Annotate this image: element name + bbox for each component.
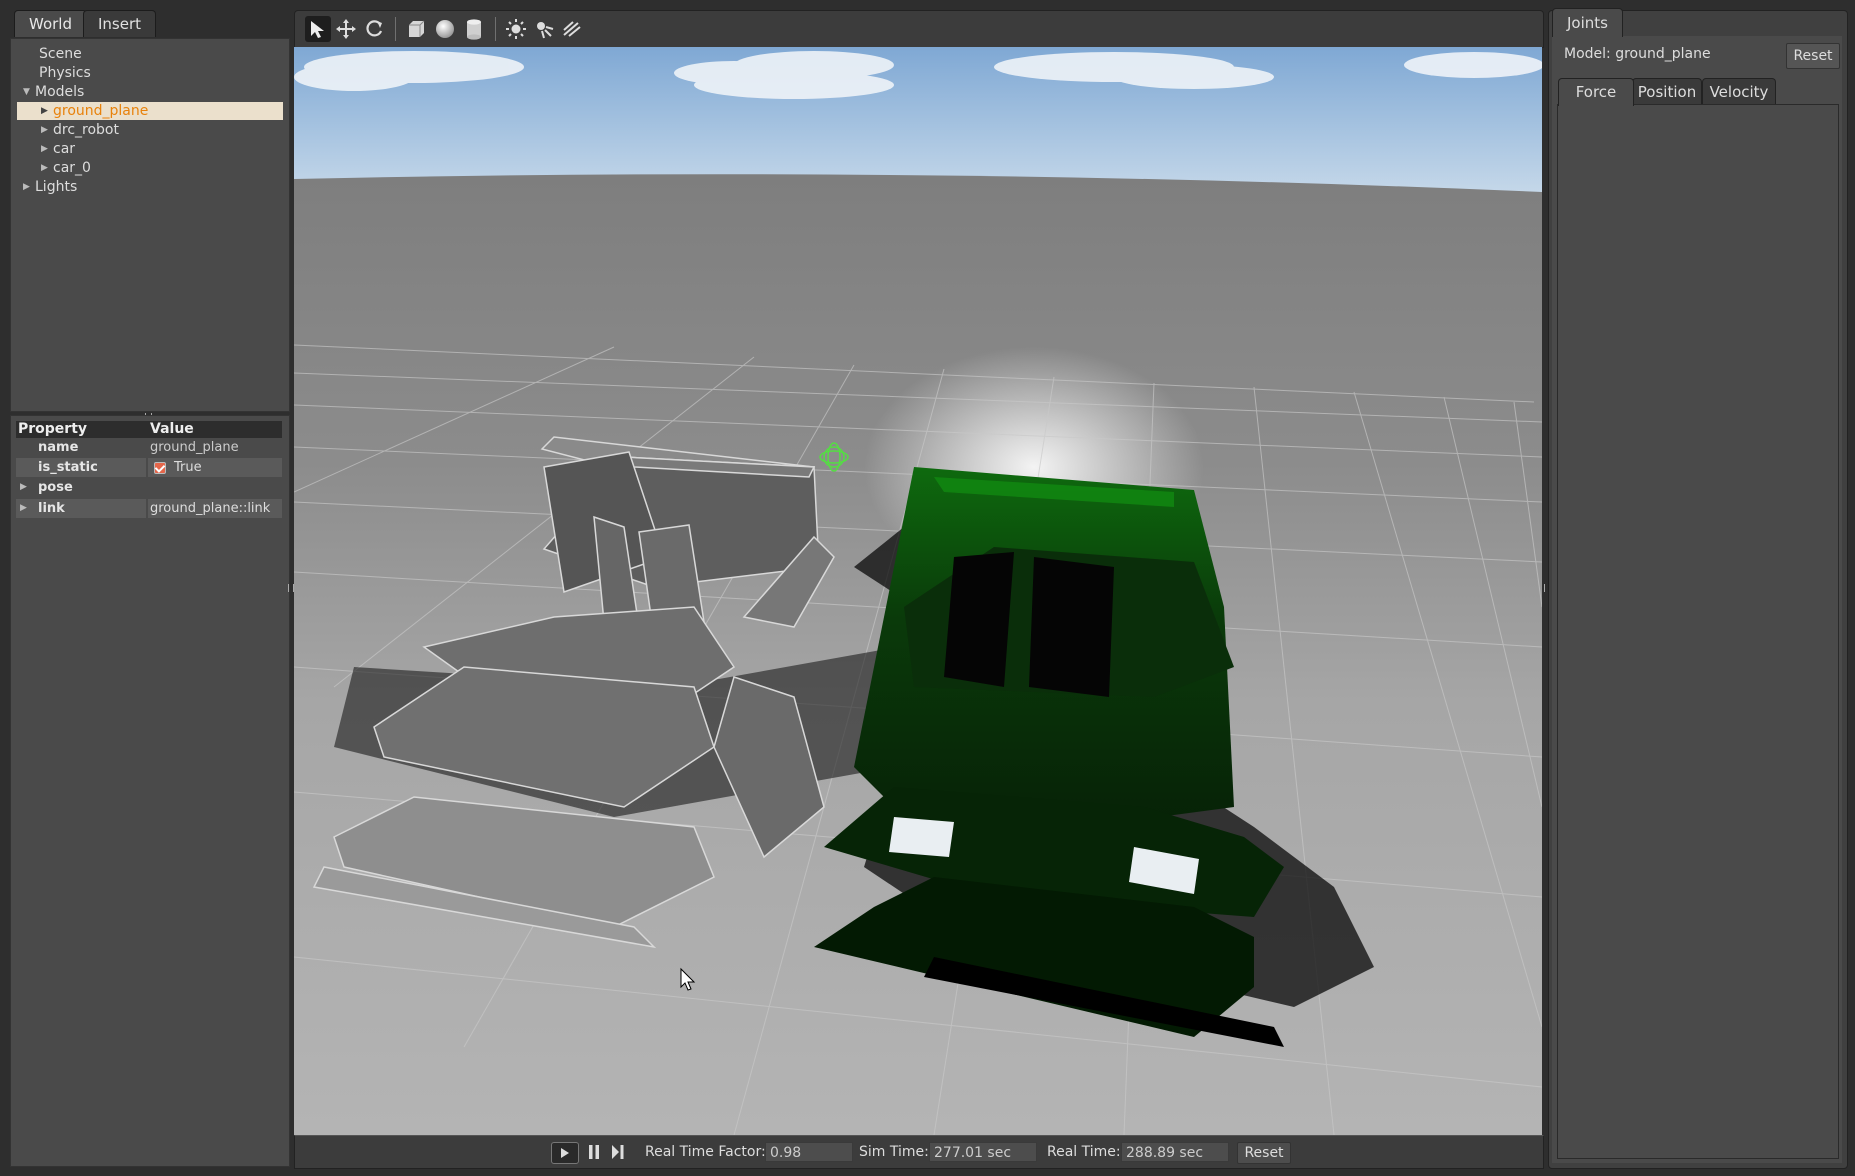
real-time-factor-label: Real Time Factor: [645, 1144, 766, 1160]
property-name-pose: ▶ pose [16, 478, 146, 497]
property-value[interactable]: ground_plane::link [148, 499, 282, 518]
spot-light-icon[interactable] [531, 16, 557, 42]
property-panel: Property Value name ground_plane is_stat… [10, 415, 290, 1167]
tree-item-car[interactable]: ▶ car [41, 140, 75, 158]
sim-time-value: 277.01 sec [929, 1142, 1037, 1162]
tree-item-drc-robot-label: drc_robot [53, 122, 119, 138]
rotate-icon[interactable] [361, 16, 387, 42]
property-name-link: ▶ link [16, 499, 146, 518]
pause-button[interactable] [584, 1142, 604, 1162]
tree-item-models-label: Models [35, 84, 85, 100]
tree-item-car-label: car [53, 141, 76, 157]
tree-item-physics[interactable]: Physics [39, 64, 91, 82]
expand-right-icon[interactable]: ▶ [41, 102, 53, 120]
play-button[interactable] [551, 1142, 579, 1164]
world-tree: Scene Physics ▼ Models ▶ ground_plane ▶ drc… [10, 38, 290, 412]
expand-right-icon[interactable]: ▶ [41, 140, 53, 158]
property-column-header[interactable]: Property [18, 421, 87, 437]
property-row-link[interactable]: ▶ link ground_plane::link [16, 499, 282, 518]
select-arrow-icon[interactable] [305, 16, 331, 42]
expand-right-icon[interactable]: ▶ [41, 159, 53, 177]
tree-item-ground-plane-label: ground_plane [53, 103, 149, 119]
tree-item-lights[interactable]: ▶ Lights [23, 178, 77, 196]
translate-icon[interactable] [333, 16, 359, 42]
toolbar-separator [395, 17, 396, 41]
tree-item-car-0-label: car_0 [53, 160, 91, 176]
tree-item-ground-plane[interactable]: ▶ ground_plane [17, 102, 283, 120]
box-icon[interactable] [403, 16, 429, 42]
property-value [148, 478, 282, 497]
checkbox-checked-icon[interactable] [154, 461, 166, 474]
toolbar [294, 10, 1544, 48]
point-light-icon[interactable] [503, 16, 529, 42]
property-value: True [174, 460, 202, 475]
property-row-pose[interactable]: ▶ pose [16, 478, 282, 497]
tree-item-drc-robot[interactable]: ▶ drc_robot [41, 121, 119, 139]
step-icon [612, 1145, 624, 1159]
directional-light-icon[interactable] [559, 16, 585, 42]
property-name: pose [38, 480, 73, 495]
property-header: Property Value [16, 421, 282, 438]
force-tab-content [1557, 104, 1839, 1159]
status-bar: Real Time Factor: 0.98 Sim Time: 277.01 … [294, 1135, 1544, 1169]
tree-item-models[interactable]: ▼ Models [23, 83, 84, 101]
sim-time-label: Sim Time: [859, 1144, 929, 1160]
property-row-is-static[interactable]: is_static True [16, 458, 282, 477]
scene-render [294, 47, 1542, 1135]
step-button[interactable] [608, 1142, 628, 1162]
tree-item-car-0[interactable]: ▶ car_0 [41, 159, 91, 177]
cylinder-icon[interactable] [461, 16, 487, 42]
tab-force[interactable]: Force [1558, 78, 1634, 106]
3d-viewport[interactable] [294, 47, 1542, 1135]
value-column-header[interactable]: Value [150, 421, 194, 437]
property-row-name[interactable]: name ground_plane [16, 438, 282, 457]
expand-down-icon[interactable]: ▼ [23, 83, 35, 101]
expand-right-icon[interactable]: ▶ [23, 178, 35, 196]
property-value[interactable]: ground_plane [148, 438, 282, 457]
property-name: name [38, 440, 79, 455]
tab-insert[interactable]: Insert [83, 10, 157, 37]
tree-item-scene[interactable]: Scene [39, 45, 82, 63]
property-name: link [38, 501, 65, 516]
tab-position[interactable]: Position [1632, 78, 1702, 105]
real-time-factor-value: 0.98 [765, 1142, 853, 1162]
tab-world[interactable]: World [14, 10, 87, 37]
time-reset-button[interactable]: Reset [1237, 1142, 1291, 1164]
sphere-icon[interactable] [432, 16, 458, 42]
joints-reset-button[interactable]: Reset [1786, 43, 1840, 69]
play-icon [561, 1148, 569, 1158]
real-time-label: Real Time: [1047, 1144, 1121, 1160]
tree-item-lights-label: Lights [35, 179, 78, 195]
property-value-checkbox[interactable]: True [148, 458, 282, 477]
property-name: is_static [16, 458, 146, 477]
expand-right-icon[interactable]: ▶ [20, 499, 32, 518]
left-panel: World Insert Scene Physics ▼ Models ▶ grou… [0, 0, 294, 1176]
toolbar-separator [495, 17, 496, 41]
real-time-value: 288.89 sec [1121, 1142, 1229, 1162]
tab-velocity[interactable]: Velocity [1702, 78, 1776, 105]
pause-icon [589, 1145, 599, 1159]
model-label: Model: ground_plane [1564, 46, 1711, 62]
tab-joints[interactable]: Joints [1552, 8, 1623, 37]
expand-right-icon[interactable]: ▶ [41, 121, 53, 139]
expand-right-icon[interactable]: ▶ [20, 478, 32, 497]
